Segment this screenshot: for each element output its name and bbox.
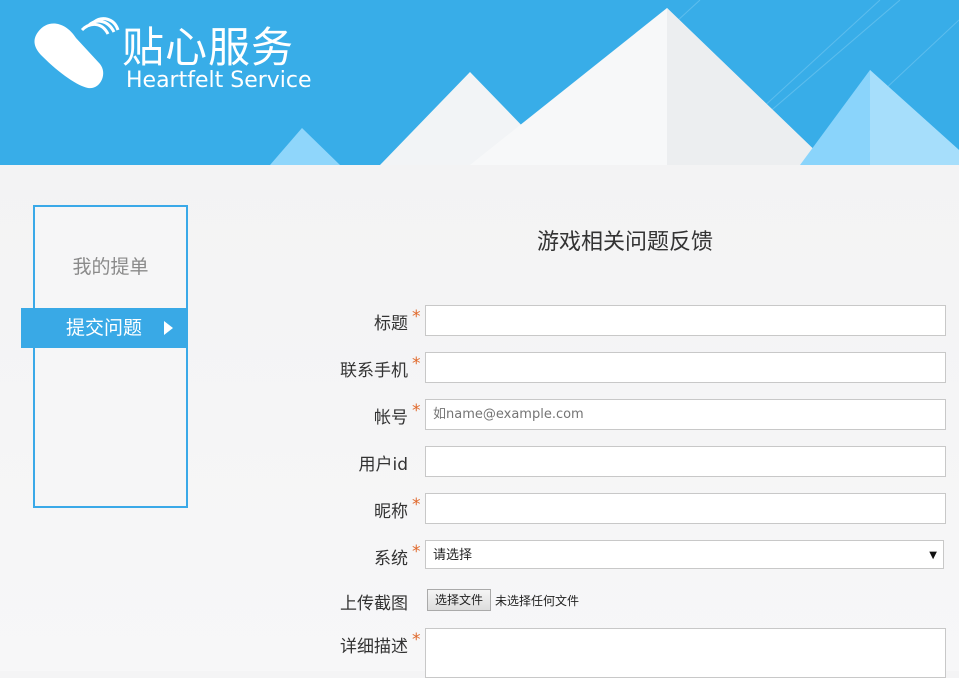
selected-value: 请选择 [433,548,473,563]
user-id-input[interactable] [425,446,946,477]
file-status: 未选择任何文件 [495,594,580,608]
field-label: 标题 [374,314,408,334]
field-label: 昵称 [374,502,408,522]
sidebar-item-submit-question[interactable]: 提交问题 [21,308,188,348]
form-row-user-id: 用户id [300,446,959,478]
field-label: 详细描述 [340,637,408,657]
page-title: 游戏相关问题反馈 [536,230,713,255]
sidebar-item-my-tickets[interactable]: 我的提单 [33,252,188,279]
phone-input[interactable] [425,352,946,383]
sidebar-item-label: 提交问题 [66,317,143,339]
system-select[interactable]: 请选择 ▼ [425,540,944,569]
field-label: 系统 [374,549,408,569]
form-row-title: 标题 * [300,305,959,337]
form-row-nickname: 昵称 * [300,493,959,525]
required-mark: * [412,401,421,421]
form-row-system: 系统 * 请选择 ▼ [300,540,959,572]
form-row-account: 帐号 * [300,399,959,431]
field-label: 联系手机 [340,361,408,381]
required-mark: * [412,495,421,515]
required-mark: * [412,307,421,327]
field-label: 帐号 [374,408,408,428]
header-banner: 贴心服务 Heartfelt Service [0,0,959,165]
dropdown-arrow-icon: ▼ [929,550,937,561]
account-input[interactable] [425,399,946,430]
sidebar [33,205,188,508]
heart-logo-icon [34,17,120,89]
required-mark: * [412,542,421,562]
form-row-phone: 联系手机 * [300,352,959,384]
field-label: 用户id [358,455,408,475]
choose-file-button[interactable]: 选择文件 [427,589,492,611]
field-label: 上传截图 [340,594,408,614]
title-input[interactable] [425,305,946,336]
nickname-input[interactable] [425,493,946,524]
logo-text: 贴心服务 [122,23,295,72]
required-mark: * [412,630,421,650]
logo-subtitle: Heartfelt Service [126,68,312,93]
triangle-right-icon [164,321,173,335]
form-row-upload: 上传截图 选择文件 未选择任何文件 [300,589,959,621]
required-mark: * [412,354,421,374]
